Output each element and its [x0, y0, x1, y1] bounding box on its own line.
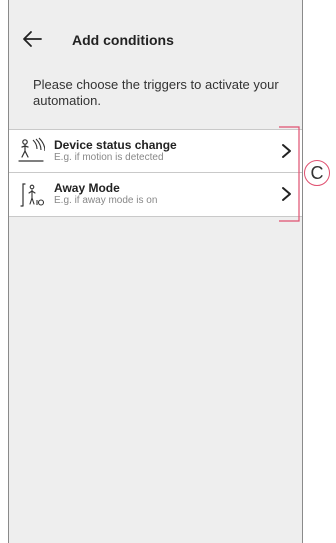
trigger-list: Device status change E.g. if motion is d…	[9, 129, 302, 217]
annotation-callout: C	[304, 160, 330, 186]
trigger-name: Away Mode	[54, 181, 120, 195]
app-header: Add conditions	[9, 22, 302, 58]
trigger-away-mode[interactable]: Away Mode E.g. if away mode is on	[9, 172, 302, 217]
instruction-text: Please choose the triggers to activate y…	[33, 77, 279, 108]
phone-screen: Add conditions Please choose the trigger…	[8, 0, 303, 543]
trigger-device-status-change[interactable]: Device status change E.g. if motion is d…	[9, 129, 302, 172]
trigger-description: E.g. if motion is detected	[54, 152, 164, 163]
annotation-bracket	[279, 126, 300, 222]
page-title: Add conditions	[72, 32, 174, 48]
trigger-name: Device status change	[54, 138, 177, 152]
motion-sensor-icon	[18, 137, 45, 162]
trigger-description: E.g. if away mode is on	[54, 195, 158, 206]
back-arrow-icon[interactable]	[21, 28, 43, 50]
away-mode-icon	[20, 183, 45, 207]
